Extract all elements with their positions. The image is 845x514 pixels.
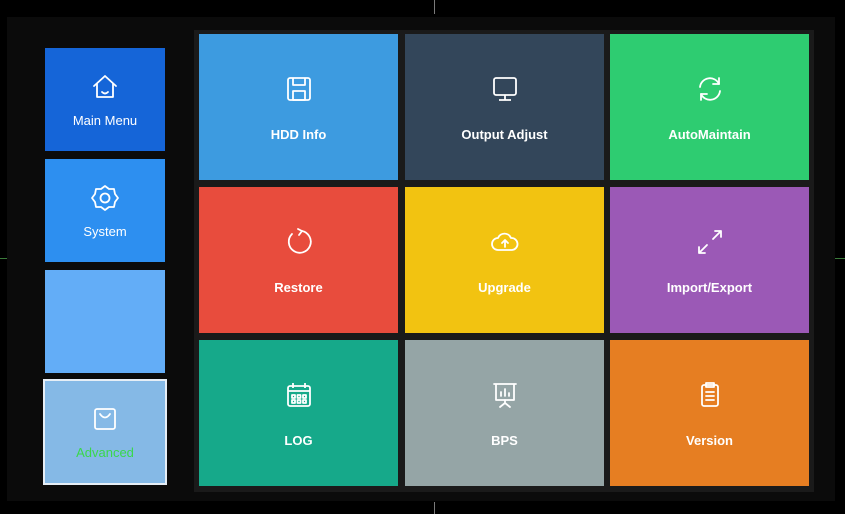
- home-icon: [90, 72, 120, 107]
- crosshair-tick-bottom: [434, 502, 435, 514]
- tile-hdd-info[interactable]: HDD Info: [199, 34, 398, 180]
- tile-label: Version: [686, 433, 733, 448]
- tile-import-export[interactable]: Import/Export: [610, 187, 809, 333]
- tile-label: Upgrade: [478, 280, 531, 295]
- tile-label: Restore: [274, 280, 323, 295]
- sidebar-item-main-menu[interactable]: Main Menu: [45, 48, 165, 151]
- sidebar-item-label: System: [83, 223, 127, 239]
- sidebar-item-label: Main Menu: [72, 112, 138, 128]
- gear-icon: [90, 183, 120, 218]
- monitor-icon: [488, 72, 522, 111]
- clipboard-icon: [693, 378, 727, 417]
- restore-icon: [282, 225, 316, 264]
- tile-log[interactable]: LOG: [199, 340, 398, 486]
- tile-label: Import/Export: [666, 280, 753, 295]
- tile-label: LOG: [284, 433, 313, 448]
- floppy-icon: [282, 72, 316, 111]
- tile-restore[interactable]: Restore: [199, 187, 398, 333]
- sidebar-item-label: Advanced: [76, 445, 134, 460]
- tile-output-adjust[interactable]: Output Adjust: [405, 34, 604, 180]
- tile-upgrade[interactable]: Upgrade: [405, 187, 604, 333]
- crosshair-tick-top: [434, 0, 435, 14]
- sidebar-item-system[interactable]: System: [45, 159, 165, 262]
- expand-arrows-icon: [693, 225, 727, 264]
- bag-icon: [90, 404, 120, 439]
- tile-label: BPS: [491, 433, 518, 448]
- calendar-icon: [282, 378, 316, 417]
- sidebar-item-advanced[interactable]: Advanced: [43, 379, 167, 485]
- tile-bps[interactable]: BPS: [405, 340, 604, 486]
- sidebar-item-blank[interactable]: [45, 270, 165, 373]
- tile-label: Output Adjust: [461, 127, 548, 142]
- tile-version[interactable]: Version: [610, 340, 809, 486]
- tile-label: HDD Info: [270, 127, 327, 142]
- cloud-upload-icon: [488, 225, 522, 264]
- tile-automaintain[interactable]: AutoMaintain: [610, 34, 809, 180]
- refresh-icon: [693, 72, 727, 111]
- presentation-chart-icon: [488, 378, 522, 417]
- tile-label: AutoMaintain: [668, 127, 751, 142]
